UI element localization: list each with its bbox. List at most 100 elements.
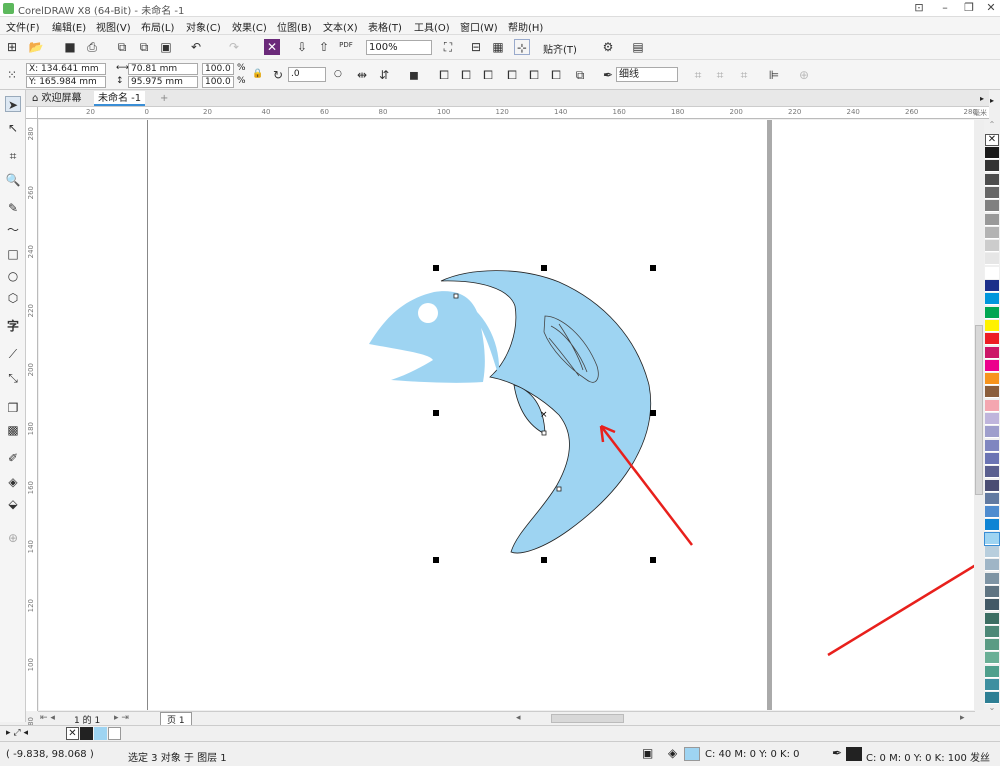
pdf-icon[interactable]: PDF [338,37,354,53]
undo-icon[interactable]: ↶ [188,39,204,55]
palette-scroll-down-icon[interactable]: ⌄ [986,703,998,713]
palette-swatch[interactable] [985,160,999,173]
palette-swatch[interactable] [985,413,999,425]
palette-swatch[interactable] [985,665,999,678]
width-field[interactable]: 70.81 mm [128,63,198,75]
palette-swatch[interactable] [985,280,999,292]
palette-swatch[interactable] [984,531,1000,546]
application-launcher-icon[interactable]: ▤ [630,39,646,55]
show-rulers-icon[interactable]: ⊟ [468,39,484,55]
close-icon[interactable]: ✕ [980,0,1000,16]
palette-swatch[interactable] [985,359,999,372]
palette-swatch[interactable] [985,399,999,412]
palette-swatch[interactable] [985,639,999,652]
vertical-scrollbar[interactable] [974,120,984,710]
freehand-icon[interactable]: ✎ [5,200,21,216]
menu-bitmaps[interactable]: 位图(B) [277,19,312,34]
transparency-icon[interactable]: ▩ [5,422,21,438]
menu-view[interactable]: 视图(V) [96,19,131,34]
add-icon[interactable]: ⊕ [796,67,812,83]
maximize-icon[interactable]: ❐ [958,0,980,16]
print-icon[interactable]: ⎙ [84,39,100,55]
rotation-angle-field[interactable]: .0 [288,67,326,82]
y-position-field[interactable]: Y: 165.984 mm [26,76,106,88]
vertical-scroll-thumb[interactable] [975,325,983,495]
menu-window[interactable]: 窗口(W) [460,19,498,34]
palette-swatch[interactable] [985,240,999,253]
palette-swatch[interactable] [985,213,999,226]
first-page-icon[interactable]: ⇤ ◂ [40,713,55,723]
tab-welcome-screen[interactable]: ⌂ 欢迎屏幕 [28,91,86,106]
menu-edit[interactable]: 编辑(E) [52,19,86,34]
scale-y-field[interactable]: 100.0 [202,76,234,88]
palette-swatch[interactable] [985,652,999,665]
palette-swatch[interactable] [985,479,999,492]
redo-icon[interactable]: ↷ [226,39,242,55]
no-color-swatch[interactable]: ✕ [985,134,999,146]
connector-icon[interactable]: ⤡ [5,370,21,386]
palette-swatch[interactable] [985,346,999,359]
palette-swatch[interactable] [985,319,999,332]
quick-trace-icon[interactable]: ⌗ [736,67,752,83]
palette-swatch[interactable] [985,492,999,505]
back-minus-front-icon[interactable]: ⧠ [548,67,564,83]
lock-ratio-icon[interactable]: 🔒 [252,69,263,79]
palette-swatch[interactable] [985,293,999,306]
palette-swatch[interactable] [985,306,999,319]
palette-swatch[interactable] [985,147,999,159]
palette-swatch[interactable] [985,585,999,598]
menu-text[interactable]: 文本(X) [323,19,358,34]
palette-swatch[interactable] [985,173,999,186]
palette-swatch[interactable] [985,572,999,585]
convert-to-curves-icon[interactable]: ⌗ [690,67,706,83]
palette-swatch[interactable] [985,679,999,691]
height-field[interactable]: 95.975 mm [128,76,198,88]
export-icon[interactable]: ⇧ [316,39,332,55]
page-tab[interactable]: 页 1 [160,712,192,726]
scale-x-field[interactable]: 100.0 [202,63,234,75]
palette-swatch[interactable] [985,186,999,199]
x-position-field[interactable]: X: 134.641 mm [26,63,106,75]
options-gear-icon[interactable]: ⚙ [600,39,616,55]
palette-swatch[interactable] [985,466,999,479]
intersect-icon[interactable]: ⧠ [480,67,496,83]
new-document-icon[interactable]: ⊞ [4,39,20,55]
palette-swatch[interactable] [985,333,999,346]
align-distribute-icon[interactable]: ⊫ [766,67,782,83]
palette-scroll-up-icon[interactable]: ⌃ [986,120,998,130]
shadow-icon[interactable]: ❐ [5,400,21,416]
simplify-icon[interactable]: ⧠ [504,67,520,83]
menu-file[interactable]: 文件(F) [6,19,40,34]
palette-swatch[interactable] [985,426,999,439]
corel-connect-icon[interactable]: ✕ [264,39,280,55]
outline-width-select[interactable]: 细线 [616,67,678,82]
last-page-icon[interactable]: ▸ ⇥ [114,713,129,723]
tab-document[interactable]: 未命名 -1 [94,91,146,106]
palette-swatch[interactable] [985,253,999,266]
zoom-icon[interactable]: 🔍 [5,172,21,188]
fill-color-swatch[interactable] [684,747,700,761]
shape-icon[interactable]: ↖ [5,120,21,136]
scroll-left-icon[interactable]: ◂ [516,713,521,723]
palette-swatch[interactable] [985,452,999,465]
doc-swatch-light-blue[interactable] [94,727,107,740]
palette-flyout-icon[interactable]: ▸ [985,96,999,106]
doc-swatch-none[interactable]: ✕ [66,727,79,740]
palette-swatch[interactable] [985,439,999,452]
show-guidelines-icon[interactable]: ⊹ [514,39,530,55]
snap-to-dropdown[interactable]: 贴齐(T) [543,41,577,56]
add-tool-icon[interactable]: ⊕ [5,530,21,546]
open-icon[interactable]: 📂 [28,39,44,55]
ruler-origin[interactable] [26,107,38,119]
paste-icon[interactable]: ▣ [158,39,174,55]
palette-swatch[interactable] [985,226,999,239]
trim-icon[interactable]: ⧠ [458,67,474,83]
vertical-ruler[interactable]: 280 260 240 220 200 180 160 140 120 100 80 [26,119,38,726]
palette-swatch[interactable] [985,506,999,519]
palette-swatch[interactable] [985,519,999,532]
doc-swatch-white[interactable] [108,727,121,740]
cut-icon[interactable]: ⧉ [114,39,130,55]
pointer-icon[interactable]: ➤ [5,96,21,112]
palette-swatch[interactable] [985,266,999,279]
create-boundary-icon[interactable]: ⧉ [572,67,588,83]
